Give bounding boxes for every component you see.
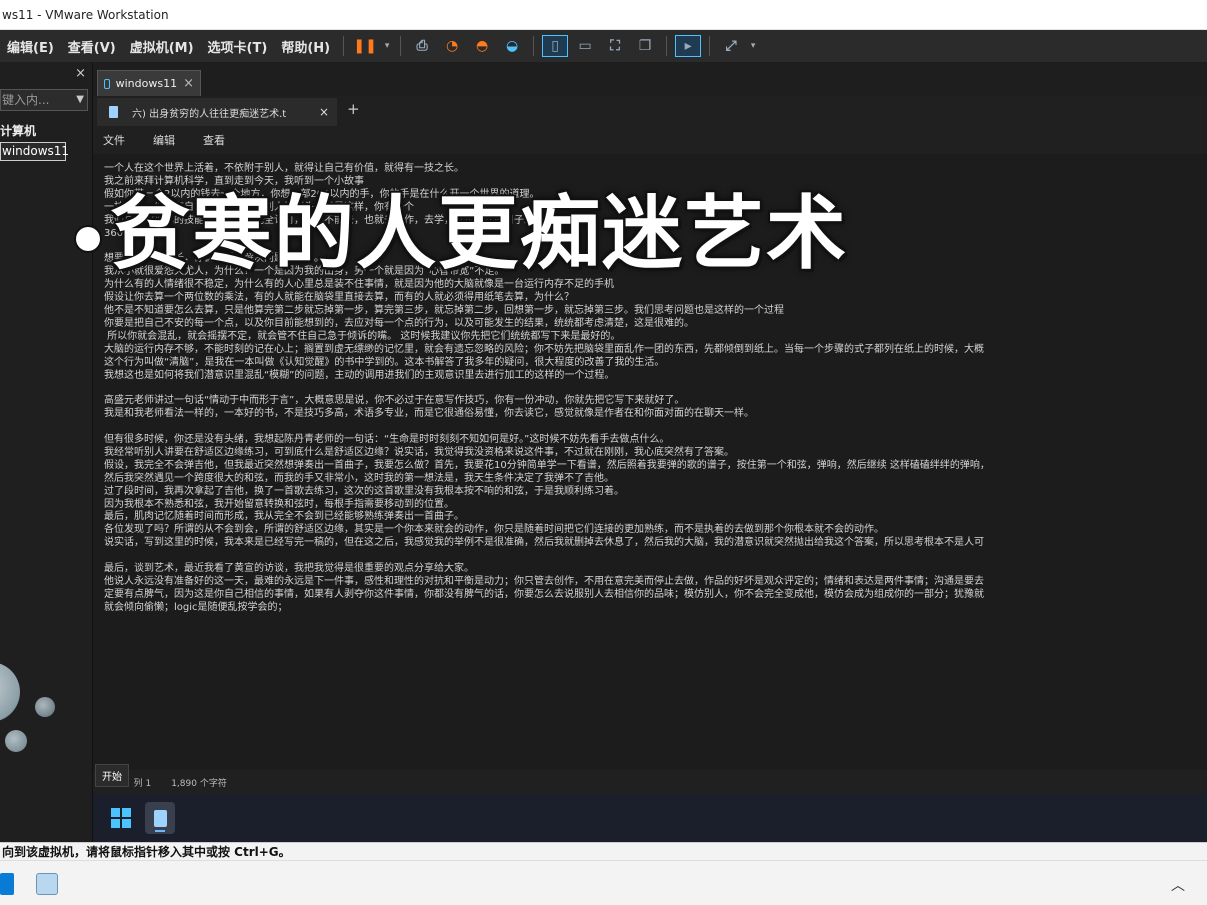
- library-icon[interactable]: ▯: [542, 35, 569, 57]
- chevron-down-icon[interactable]: ▾: [748, 35, 758, 57]
- menu-edit[interactable]: 编辑(E): [0, 37, 61, 56]
- notepad-taskbar-icon[interactable]: [145, 802, 175, 834]
- separator: [709, 36, 711, 56]
- vm-tab-windows11[interactable]: windows11 ×: [97, 70, 201, 96]
- text-line: [104, 421, 1207, 434]
- thumbnail-icon[interactable]: ▭: [572, 35, 598, 57]
- text-line: 这个行为叫做“清脑”，是我在一本叫做《认知觉醒》的书中学到的。这本书解答了我多年…: [104, 356, 665, 368]
- text-line: 我是和我老师看法一样的，一本好的书，不是技巧多高，术语多专业，而是它很通俗易懂，…: [104, 408, 754, 420]
- vm-icon: [104, 78, 110, 89]
- text-line: 你要是把自己不安的每一个点，以及你目前能想到的，去应对每一个点的行为，以及可能发…: [104, 317, 694, 329]
- separator: [343, 36, 345, 56]
- separator: [400, 36, 402, 56]
- text-line: 就会倾向偷懒；logic是随便乱按学会的；: [104, 601, 288, 613]
- decor-orb: [0, 662, 20, 722]
- stretch-icon[interactable]: ⤢: [718, 35, 744, 57]
- menu-view[interactable]: 查看: [203, 132, 225, 148]
- text-line: 他说人永远没有准备好的这一天，最难的永远是下一件事，感性和理性的对抗和平衡是动力…: [104, 576, 984, 587]
- char-count: 1,890 个字符: [171, 778, 227, 789]
- text-line: 过了段时间，我再次拿起了吉他，换了一首歌去练习，这次的这首歌里没有我根本按不响的…: [104, 485, 624, 497]
- vm-tab-label: windows11: [115, 77, 178, 90]
- text-line: 大脑的运行内存不够，不能时刻的记在心上；搁置到虚无缥缈的记忆里，就会有遗忘忽略的…: [104, 343, 984, 355]
- menu-view[interactable]: 查看(V): [61, 37, 123, 56]
- text-line: 最后，谈到艺术，最近我看了黄宣的访谈，我把我觉得是很重要的观点分享给大家。: [104, 563, 474, 575]
- library-search-input[interactable]: 键入内... ▼: [0, 89, 88, 111]
- manage-snapshot-icon[interactable]: ◒: [499, 35, 525, 57]
- text-line: 他不是不知道要怎么去算，只是他算完第二步就忘掉第一步，算完第三步，就忘掉第二步，…: [104, 304, 784, 316]
- host-taskbar: ︿: [0, 860, 1207, 905]
- notepad-status-bar: 行 1，列 1 1,890 个字符: [93, 770, 1207, 794]
- library-pane: × 键入内... ▼ 计算机 windows11: [0, 62, 93, 842]
- notepad-tab-strip: 六) 出身贫穷的人往往更痴迷艺术.t × +: [93, 96, 1207, 126]
- text-line: 高盛元老师讲过一句话“情动于中而形于言”，大概意思是说，你不必过于在意写作技巧，…: [104, 395, 685, 407]
- library-tree-item-windows11[interactable]: windows11: [0, 142, 69, 161]
- window-title: ws11 - VMware Workstation: [0, 0, 1207, 30]
- notepad-tab-title: 六) 出身贫穷的人往往更痴迷艺术.t: [132, 108, 287, 120]
- text-line: 我想这也是如何将我们潜意识里混乱“模糊”的问题，主动的调用进我们的主观意识里去进…: [104, 369, 615, 381]
- vmware-taskbar-icon[interactable]: [0, 873, 14, 895]
- text-line: 然后我突然遇见一个跨度很大的和弦，而我的手又非常小，这时我的第一想法是，我天生条…: [104, 472, 614, 484]
- text-line: 因为我根本不熟悉和弦，我开始留意转换和弦时，每根手指需要移动到的位置。: [104, 498, 454, 510]
- menu-edit[interactable]: 编辑: [153, 132, 175, 148]
- guest-taskbar: [93, 794, 1207, 842]
- text-line: 我经常听别人讲要在舒适区边缘练习，可到底什么是舒适区边缘？说实话，我觉得我没资格…: [104, 446, 734, 458]
- start-tooltip: 开始: [95, 764, 129, 787]
- host-status-bar: 向到该虚拟机，请将鼠标指针移入其中或按 Ctrl+G。: [0, 842, 1207, 860]
- windows-start-icon[interactable]: [107, 804, 135, 832]
- text-line: 所以你就会混乱，就会摇摆不定，就会管不住自己急于倾诉的嘴。 这时候我建议你先把它…: [104, 330, 621, 342]
- overlay-title-text: 贫寒的人更痴迷艺术: [110, 187, 848, 280]
- chevron-up-icon[interactable]: ︿: [1171, 875, 1185, 895]
- text-line: [104, 382, 1207, 395]
- text-line: 一个人在这个世界上活着，不依附于别人，就得让自己有价值，就得有一技之长。: [104, 163, 464, 174]
- snapshot-icon[interactable]: ◔: [439, 35, 465, 57]
- decor-orb: [35, 697, 55, 717]
- fullscreen-icon[interactable]: ⛶: [602, 35, 628, 57]
- separator: [666, 36, 668, 56]
- text-line: 但有很多时候，你还是没有头绪，我想起陈丹青老师的一句话：“生命是时时刻刻不知如何…: [104, 434, 670, 446]
- revert-icon[interactable]: ◓: [469, 35, 495, 57]
- menu-file[interactable]: 文件: [103, 132, 125, 148]
- new-tab-button[interactable]: +: [347, 100, 360, 118]
- vm-tab-strip: windows11 ×: [93, 62, 1207, 96]
- text-line: 假设，我完全不会弹吉他，但我最近突然想弹奏出一首曲子，我要怎么做？首先，我要花1…: [104, 459, 990, 471]
- notepad-icon: [109, 106, 118, 118]
- menu-help[interactable]: 帮助(H): [274, 37, 337, 56]
- vmware-window: ws11 - VMware Workstation 编辑(E) 查看(V) 虚拟…: [0, 0, 1207, 905]
- decor-orb: [5, 730, 27, 752]
- menu-toolbar: 编辑(E) 查看(V) 虚拟机(M) 选项卡(T) 帮助(H) ❚❚ ▾ ⎙ ◔…: [0, 30, 1207, 62]
- chevron-down-icon[interactable]: ▾: [382, 35, 392, 57]
- app-taskbar-icon[interactable]: [36, 873, 58, 895]
- text-line: [104, 550, 1207, 563]
- close-icon[interactable]: ×: [319, 105, 329, 119]
- menu-vm[interactable]: 虚拟机(M): [123, 37, 201, 56]
- library-close-icon[interactable]: ×: [75, 66, 86, 81]
- console-icon[interactable]: ▸: [675, 35, 702, 57]
- text-line: 说实话，写到这里的时候，我本来是已经写完一稿的，但在这之后，我感觉我的举例不是很…: [104, 537, 984, 549]
- separator: [533, 36, 535, 56]
- bullet-dot: [76, 227, 100, 252]
- pause-icon[interactable]: ❚❚: [352, 35, 378, 57]
- unity-icon[interactable]: ❐: [632, 35, 658, 57]
- text-line: 假设让你去算一个两位数的乘法，有的人就能在脑袋里直接去算，而有的人就必须得用纸笔…: [104, 292, 574, 304]
- overlay-title: 贫寒的人更痴迷艺术: [76, 186, 848, 282]
- notepad-tab[interactable]: 六) 出身贫穷的人往往更痴迷艺术.t ×: [97, 98, 337, 126]
- menu-tabs[interactable]: 选项卡(T): [201, 37, 275, 56]
- text-line: 最后，肌肉记忆随着时间而形成，我从完全不会到已经能够熟练弹奏出一首曲子。: [104, 511, 464, 523]
- library-search-placeholder: 键入内...: [2, 93, 50, 107]
- library-tree-root[interactable]: 计算机: [0, 122, 36, 139]
- close-icon[interactable]: ×: [183, 76, 194, 91]
- chevron-down-icon[interactable]: ▼: [76, 90, 84, 110]
- notepad-menu: 文件 编辑 查看: [93, 126, 1207, 154]
- send-keys-icon[interactable]: ⎙: [409, 35, 435, 57]
- text-line: 定要有点脾气，因为这是你自己相信的事情，如果有人剥夺你这件事情，你都没有脾气的话…: [104, 588, 984, 600]
- text-line: 各位发现了吗？所谓的从不会到会，所谓的舒适区边缘，其实是一个你本来就会的动作，你…: [104, 524, 884, 536]
